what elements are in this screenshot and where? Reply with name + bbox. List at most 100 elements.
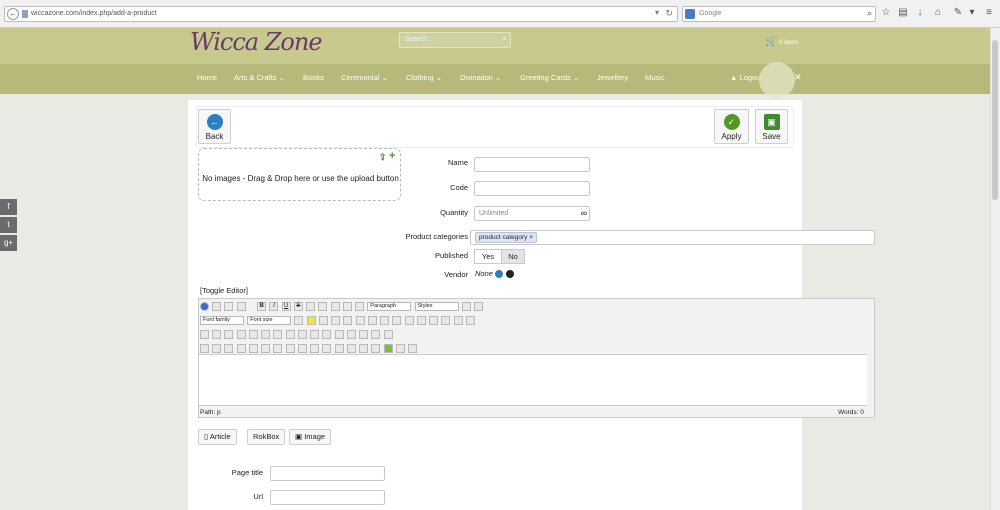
article-button[interactable]: ▯ Article [198,429,237,445]
extension-icon[interactable]: ✎ [952,6,964,20]
cart-link[interactable]: 🛒 0 items [765,36,798,47]
hr-icon[interactable] [359,344,369,353]
copy-icon[interactable] [331,316,341,325]
address-bar[interactable]: ← wiccazone.com/index.php/add-a-product … [4,6,678,22]
underline-icon[interactable]: U [281,302,291,311]
rokbox-button[interactable]: RokBox [247,429,286,445]
pagebreak-icon[interactable] [395,344,405,353]
nav-ceremonial[interactable]: Ceremonial ⌄ [341,73,388,82]
published-no-button[interactable]: No [501,249,525,264]
browser-search-bar[interactable]: Google ⌕ [682,6,876,22]
highlight-color-icon[interactable] [306,316,316,325]
paste-word-icon[interactable] [367,316,377,325]
cleanup-icon[interactable] [473,302,483,311]
apply-button[interactable]: ✓ Apply [714,109,749,144]
scrollbar-thumb[interactable] [992,40,998,200]
back-button[interactable]: ← Back [198,109,231,144]
search-engine-icon[interactable] [685,9,695,19]
bookmarks-icon[interactable]: ▤ [897,6,909,20]
close-icon[interactable]: ✕ [794,72,802,83]
align-center-icon[interactable] [318,302,328,311]
spellcheck-icon[interactable] [383,344,393,353]
attribs-icon[interactable] [297,344,307,353]
align-right-icon[interactable] [330,302,340,311]
menu-dropdown-icon[interactable]: ▾ [966,6,978,20]
paste-icon[interactable] [343,316,353,325]
font-icon[interactable] [310,344,320,353]
google-plus-icon[interactable]: g+ [0,235,17,251]
download-icon[interactable]: ↓ [914,6,926,20]
media-icon[interactable] [371,344,381,353]
nav-jewellery[interactable]: Jewellery [597,73,628,82]
bookmark-star-icon[interactable]: ☆ [880,6,892,20]
split-cells-icon[interactable] [371,330,381,339]
paragraph-ltr-icon[interactable] [200,330,209,339]
image-dropzone[interactable]: ⇪ + No images - Drag & Drop here or use … [198,148,401,201]
table-icon[interactable] [285,330,295,339]
home-icon[interactable]: ⌂ [932,6,944,20]
find-icon[interactable] [261,330,271,339]
align-justify-icon[interactable] [342,302,352,311]
superscript-icon[interactable] [441,316,451,325]
image-button[interactable]: ▣ Image [289,429,332,445]
new-document-icon[interactable] [212,302,222,311]
nav-divination[interactable]: Divination ⌄ [460,73,501,82]
replace-icon[interactable] [273,330,283,339]
preview-icon[interactable] [236,330,246,339]
published-yes-button[interactable]: Yes [474,249,502,264]
numbered-list-icon[interactable] [404,316,414,325]
show-blocks-icon[interactable] [212,344,222,353]
text-color-icon[interactable] [294,316,304,325]
nav-books[interactable]: Books [303,73,324,82]
fullscreen-icon[interactable] [224,330,234,339]
site-identity-icon[interactable] [22,10,28,18]
ins-icon[interactable] [273,344,283,353]
styleprops-icon[interactable] [355,302,365,311]
row-props-icon[interactable] [297,330,307,339]
search-replace-icon[interactable] [380,316,390,325]
align-left-icon[interactable] [306,302,316,311]
redo-icon[interactable] [236,302,246,311]
menu-icon[interactable]: ≡ [983,6,995,20]
site-logo[interactable]: Wicca Zone [190,28,323,56]
anchor-icon[interactable] [334,344,344,353]
paragraph-rtl-icon[interactable] [212,330,222,339]
subscript-icon[interactable] [429,316,439,325]
font-family-select[interactable]: Font family [200,316,244,325]
remove-vendor-icon[interactable] [506,270,514,278]
editor-content-area[interactable] [199,354,867,406]
readmore-icon[interactable] [407,344,417,353]
nav-home[interactable]: Home [197,73,217,82]
del-icon[interactable] [285,344,295,353]
bold-icon[interactable]: B [257,302,267,311]
styles-select[interactable]: Styles [414,302,459,311]
edit-vendor-icon[interactable] [495,270,503,278]
site-search-icon[interactable]: ⌕ [503,34,507,44]
strikethrough-icon[interactable]: S [293,302,303,311]
nav-music[interactable]: Music [645,73,665,82]
undo-icon[interactable] [224,302,234,311]
paragraph-select[interactable]: Paragraph [367,302,412,311]
link-icon[interactable] [346,344,356,353]
acronym-icon[interactable] [261,344,271,353]
search-icon[interactable]: ⌕ [867,8,872,19]
visual-aid-icon[interactable] [200,344,209,353]
clear-format-icon[interactable] [461,302,471,311]
template-icon[interactable] [224,344,234,353]
abbr-icon[interactable] [248,344,258,353]
back-icon[interactable]: ← [7,8,19,20]
url-input[interactable] [270,490,385,505]
bullet-list-icon[interactable] [416,316,426,325]
font-size-select[interactable]: Font size [247,316,292,325]
paste-text-icon[interactable] [355,316,365,325]
upload-icon[interactable]: ⇪ [379,152,387,163]
quantity-input[interactable]: Unlimited ∞ [474,206,590,221]
category-tag[interactable]: product category × [475,232,538,243]
print-icon[interactable] [248,330,258,339]
delete-row-icon[interactable] [334,330,344,339]
special-char-icon[interactable] [453,316,463,325]
dropdown-icon[interactable]: ▾ [655,8,659,17]
infinity-icon[interactable]: ∞ [581,208,587,218]
facebook-icon[interactable]: f [0,199,17,215]
nav-arts-crafts[interactable]: Arts & Crafts ⌄ [234,73,285,82]
